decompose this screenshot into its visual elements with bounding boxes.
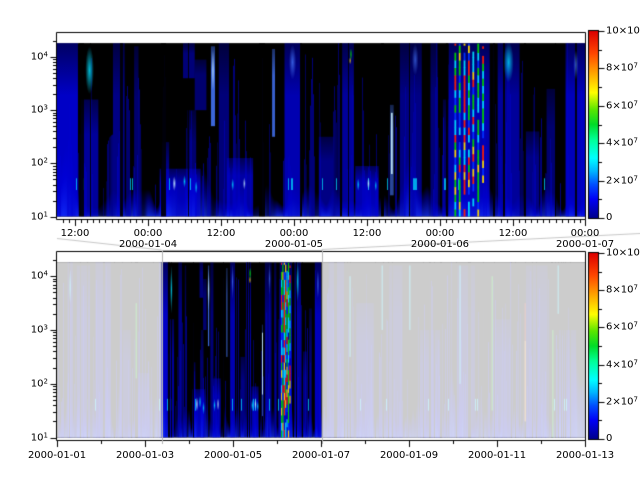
zoom-selection-box[interactable] bbox=[161, 250, 322, 444]
detail-plot-area[interactable] bbox=[57, 33, 585, 219]
spectrogram-viewer: 12:0000:002000-01-0412:0000:002000-01-05… bbox=[0, 0, 640, 480]
detail-colorbar bbox=[589, 31, 598, 218]
context-colorbar bbox=[589, 253, 598, 439]
